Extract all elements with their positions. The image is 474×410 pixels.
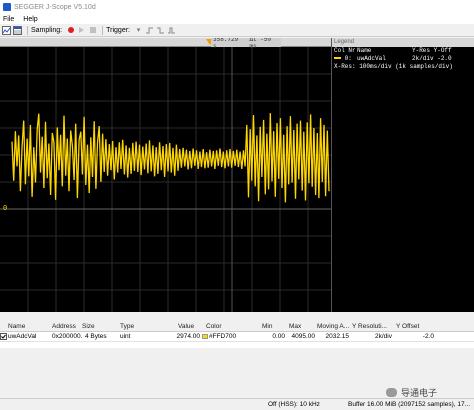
legend-nr-header: Nr [348,47,356,54]
col-name[interactable]: Name [0,323,52,330]
menu-help[interactable]: Help [23,16,37,23]
toolbar-separator [27,25,28,35]
legend-title: Legend [332,38,474,47]
row-color: #FFD700 [209,333,237,340]
legend-xres: X-Res: 100ms/div (1k samples/div) [334,63,453,70]
row-address: 0x200000... [52,333,82,340]
legend-header: Col Nr Name Y-Res Y-Off [332,47,474,55]
symbols-table: Name Address Size Type Value Color Min M… [0,322,474,348]
zero-marker[interactable]: 0 [3,205,7,213]
col-type[interactable]: Type [120,323,178,330]
cursor-readout: 358.729 s Δt -50 ms [211,38,281,50]
col-min[interactable]: Min [262,323,289,330]
row-y-res[interactable]: 2k/div [352,333,396,340]
row-size: 4 Bytes [85,333,107,340]
row-name: uwAdcVal [8,333,37,340]
row-y-offset[interactable]: -2.0 [396,333,436,340]
menu-file[interactable]: File [3,16,14,23]
trigger-falling-icon[interactable] [156,26,165,35]
stop-button[interactable] [88,26,97,35]
channel-color-swatch [334,57,341,60]
record-button[interactable] [66,26,75,35]
graph-view-icon[interactable] [2,25,11,35]
legend-name-header: Name [357,47,372,54]
play-icon [79,27,85,33]
stop-icon [89,27,96,33]
window-title: SEGGER J-Scope V5.10d [14,3,96,11]
status-buffer: Buffer 16.00 MiB (2097152 samples), 17..… [348,401,471,408]
col-address[interactable]: Address [52,323,82,330]
toolbar: Sampling: Trigger: ▾ [0,24,474,37]
wechat-logo-icon [386,388,397,397]
legend-panel: Legend Col Nr Name Y-Res Y-Off 0: uwAdcV… [331,38,474,312]
scope-view[interactable]: 358.729 s Δt -50 ms 0 [0,38,331,312]
row-moving-avg: 2032.15 [325,333,350,340]
table-header: Name Address Size Type Value Color Min M… [0,322,474,332]
menu-bar: File Help [0,14,474,24]
row-max: 4095.00 [291,333,316,340]
col-y-offset[interactable]: Y Offset [396,323,436,330]
legend-channel-yoff: -2.0 [437,55,452,62]
legend-yoff-header: Y-Off [433,47,452,54]
legend-channel-name: uwAdcVal [357,55,386,62]
status-bar: Off (HSS): 10 kHz Buffer 16.00 MiB (2097… [0,398,474,410]
status-hss: Off (HSS): 10 kHz [268,401,320,408]
row-min: 0.00 [272,333,285,340]
checkbox-checked-icon[interactable] [0,333,7,340]
col-y-resolution[interactable]: Y Resoluti... [352,323,396,330]
legend-channel-yres: 2k/div [412,55,434,62]
trigger-label: Trigger: [106,26,130,34]
time-ruler[interactable]: 358.729 s Δt -50 ms [0,38,331,50]
table-row[interactable]: uwAdcVal 0x200000... 4 Bytes uint 2974.0… [0,332,474,342]
jscope-app-icon [3,3,11,11]
scope-plot[interactable] [0,47,331,312]
toolbar-separator [102,25,104,35]
title-bar: SEGGER J-Scope V5.10d [0,0,474,14]
row-color-cell[interactable]: #FFD700 [200,333,262,340]
color-chip[interactable] [202,334,208,339]
record-icon [67,27,74,33]
row-type: uint [120,333,131,340]
col-max[interactable]: Max [289,323,317,330]
row-name-cell: uwAdcVal [0,333,52,340]
trigger-rising-icon[interactable] [145,26,154,35]
legend-yres-header: Y-Res [412,47,431,54]
trigger-single-icon[interactable] [167,26,176,35]
legend-channel-nr: 0: [344,55,352,62]
row-value: 2974.00 [176,333,201,340]
col-moving-avg[interactable]: Moving A... [317,323,352,330]
legend-col-header: Col [334,47,345,54]
col-color[interactable]: Color [200,323,262,330]
play-button[interactable] [77,26,86,35]
col-value[interactable]: Value [178,323,200,330]
sampling-label: Sampling: [31,26,63,34]
signal-trace [11,113,330,203]
legend-channel-row[interactable]: 0: uwAdcVal 2k/div -2.0 [332,55,474,63]
table-view-icon[interactable] [13,25,22,35]
col-size[interactable]: Size [82,323,120,330]
trigger-dropdown[interactable]: ▾ [134,26,143,35]
